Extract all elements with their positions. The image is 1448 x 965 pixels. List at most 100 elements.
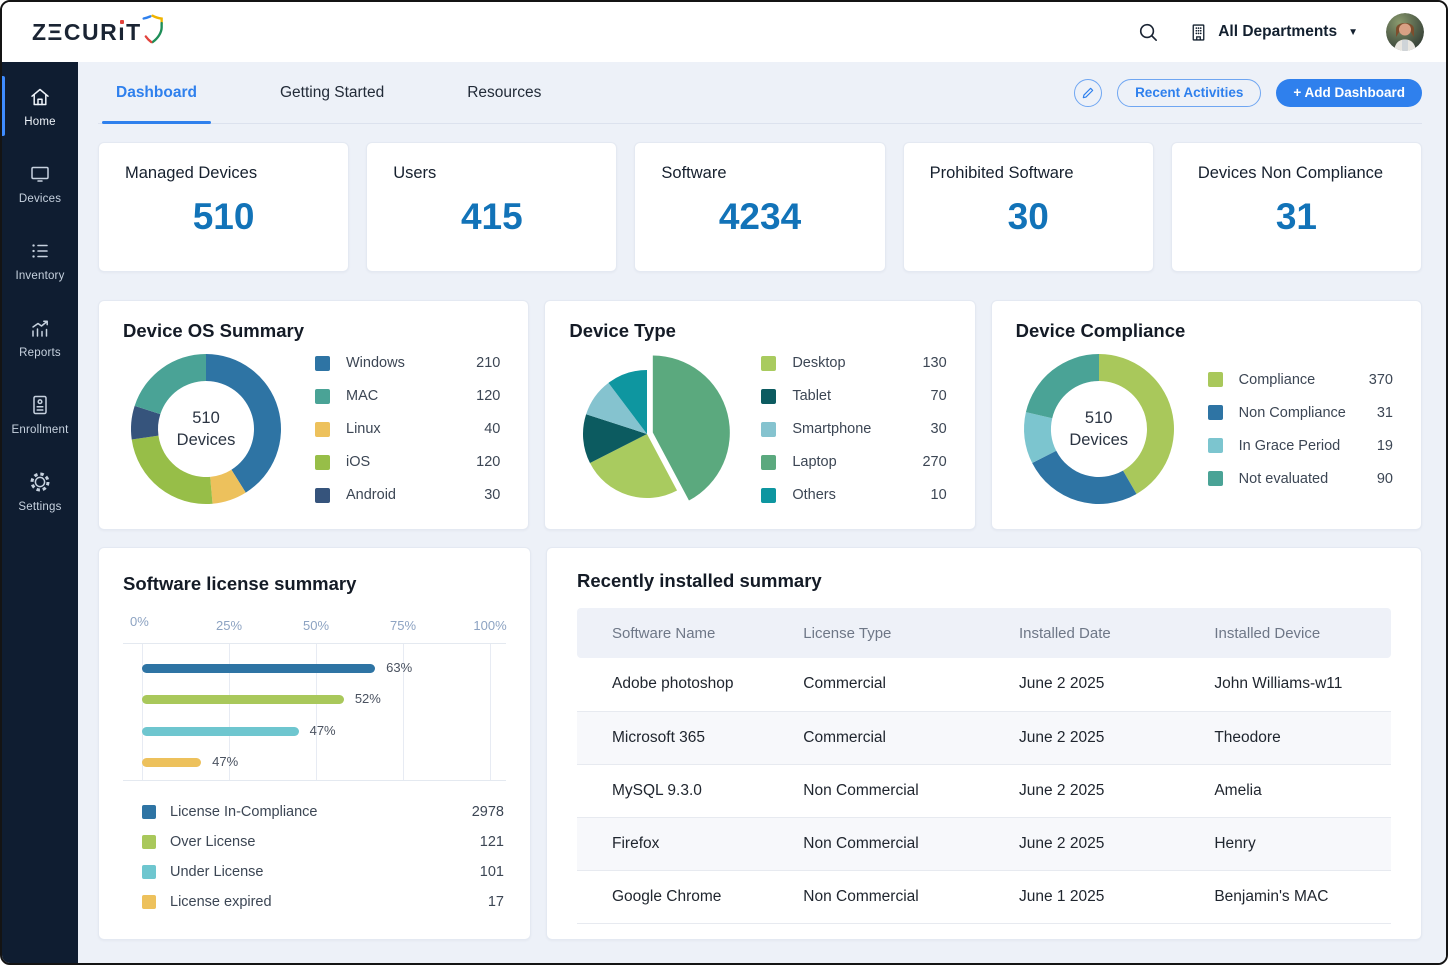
column-header-installed-device: Installed Device [1179,608,1391,658]
chart-legend: Compliance370Non Compliance31In Grace Pe… [1208,363,1393,495]
stat-value: 30 [930,196,1127,238]
chart-legend: Desktop130Tablet70Smartphone30Laptop270O… [761,347,946,512]
cell-software-name: MySQL 9.3.0 [577,764,768,817]
legend-swatch [1208,405,1223,420]
legend-item: MAC120 [315,380,500,413]
cell-software-name: Firefox [577,817,768,870]
table-row[interactable]: Firefox Non Commercial June 2 2025 Henry [577,817,1391,870]
building-icon [1188,22,1209,43]
table-header: Software Name License Type Installed Dat… [577,608,1391,658]
sidebar-item-enrollment[interactable]: Enrollment [2,380,78,448]
stat-label: Users [393,164,590,183]
legend-item: Tablet70 [761,380,946,413]
legend-label: Linux [346,421,456,437]
brand-shield-icon [139,14,165,44]
legend-label: Desktop [792,355,902,371]
pencil-icon [1081,86,1095,100]
legend-value: 90 [1349,471,1393,487]
bar-over-license [142,695,344,704]
cell-license-type: Commercial [768,711,984,764]
add-dashboard-button[interactable]: + Add Dashboard [1276,79,1422,107]
sidebar-item-inventory[interactable]: Inventory [2,226,78,294]
device-type-chart [569,346,735,512]
legend-swatch [761,422,776,437]
legend-value: 370 [1349,372,1393,388]
software-license-summary-card: Software license summary 0%25%50%75%100%… [98,547,531,940]
chart-slice-windows [206,354,281,493]
cell-software-name: Adobe photoshop [577,658,768,711]
legend-item: Over License121 [142,827,504,857]
legend-value: 31 [1349,405,1393,421]
sidebar-item-label: Inventory [15,270,64,282]
gear-icon [28,470,52,494]
table-row[interactable]: Adobe photoshop Commercial June 2 2025 J… [577,658,1391,711]
legend-label: Others [792,487,902,503]
legend-value: 70 [903,388,947,404]
search-icon[interactable] [1137,21,1160,44]
software-license-chart: 63%52%47%47% [123,643,506,781]
brand-letter-i: ı [118,19,126,46]
legend-swatch [142,895,156,909]
device-compliance-card: Device Compliance 510DevicesCompliance37… [991,300,1422,530]
sidebar-item-settings[interactable]: Settings [2,457,78,525]
sidebar-item-devices[interactable]: Devices [2,149,78,217]
document-person-icon [28,393,52,417]
stat-card-software: Software 4234 [634,142,885,272]
stat-label: Prohibited Software [930,164,1127,183]
edit-dashboard-button[interactable] [1074,79,1102,107]
legend-value: 120 [456,454,500,470]
stat-card-prohibited-software: Prohibited Software 30 [903,142,1154,272]
stat-value: 415 [393,196,590,238]
legend-label: iOS [346,454,456,470]
legend-swatch [142,835,156,849]
chart-slice-non-compliance [1032,451,1136,504]
cell-installed-device: Amelia [1179,764,1391,817]
tab-resources[interactable]: Resources [453,62,555,123]
department-selector[interactable]: All Departments ▼ [1188,22,1358,43]
legend-item: Android30 [315,479,500,512]
table-row[interactable]: Microsoft 365 Commercial June 2 2025 The… [577,711,1391,764]
cell-license-type: Non Commercial [768,817,984,870]
gridline [490,644,491,780]
user-avatar[interactable] [1386,13,1424,51]
device-type-card: Device Type Desktop130Tablet70Smartphone… [544,300,975,530]
sidebar-item-reports[interactable]: Reports [2,303,78,371]
monitor-icon [28,162,52,186]
chart-title: Device OS Summary [123,320,504,342]
column-header-installed-date: Installed Date [984,608,1179,658]
axis-tick-label: 100% [473,618,506,633]
cell-license-type: Non Commercial [768,870,984,923]
device-os-chart: 510Devices [123,346,289,512]
legend-value: 270 [903,454,947,470]
sidebar-item-home[interactable]: Home [2,72,78,140]
legend-label: License expired [170,894,460,910]
legend-swatch [761,488,776,503]
stats-row: Managed Devices 510 Users 415 Software 4… [98,142,1422,272]
legend-label: Not evaluated [1239,471,1349,487]
chart-slice-not-evaluated [1026,354,1099,418]
column-header-software-name: Software Name [577,608,768,658]
tab-dashboard[interactable]: Dashboard [102,62,211,123]
legend-item: License In-Compliance2978 [142,797,504,827]
legend-item: Not evaluated90 [1208,462,1393,495]
stat-value: 31 [1198,196,1395,238]
sidebar: Home Devices Inventory Re [2,62,78,963]
tab-getting-started[interactable]: Getting Started [266,62,398,123]
cell-license-type: Commercial [768,658,984,711]
cell-installed-device: Theodore [1179,711,1391,764]
stat-card-managed-devices: Managed Devices 510 [98,142,349,272]
legend-value: 40 [456,421,500,437]
home-icon [28,85,52,109]
legend-label: Compliance [1239,372,1349,388]
legend-swatch [1208,372,1223,387]
recent-activities-button[interactable]: Recent Activities [1117,79,1261,107]
table-row[interactable]: MySQL 9.3.0 Non Commercial June 2 2025 A… [577,764,1391,817]
legend-item: iOS120 [315,446,500,479]
legend-swatch [761,356,776,371]
brand-text: ZΞCUR [32,19,118,46]
bar-license-in-compliance [142,664,375,673]
brand-logo[interactable]: ZΞCURıT [32,19,165,46]
table-row[interactable]: Google Chrome Non Commercial June 1 2025… [577,870,1391,923]
department-label: All Departments [1218,23,1337,41]
legend-label: Smartphone [792,421,902,437]
